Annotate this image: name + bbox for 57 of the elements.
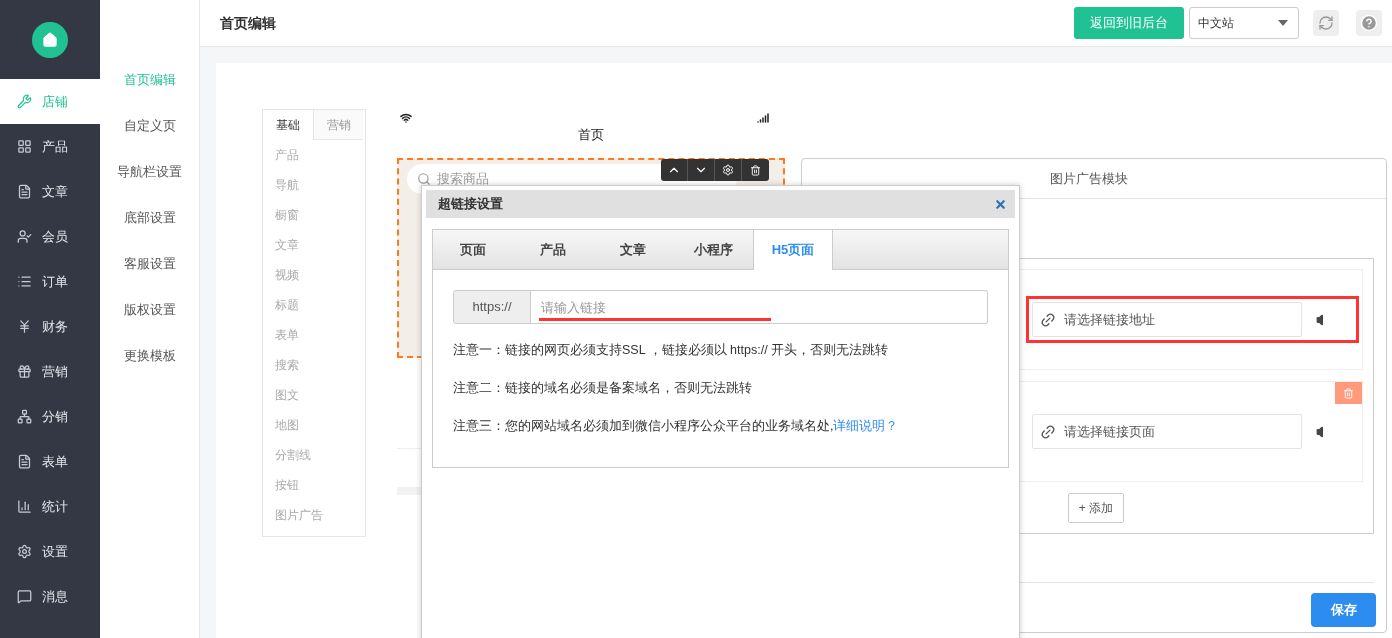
sidebar-item[interactable]: 产品: [0, 124, 100, 169]
site-select[interactable]: 中文站: [1189, 7, 1299, 39]
add-button[interactable]: + 添加: [1068, 493, 1124, 523]
gift-icon: [17, 364, 32, 379]
hierarchy-icon: [17, 409, 32, 424]
search-icon: [417, 172, 431, 186]
preview-title: 首页: [578, 126, 604, 144]
subnav-item[interactable]: 底部设置: [123, 195, 176, 241]
link-icon: [1040, 423, 1056, 440]
sidebar-item[interactable]: 会员: [0, 214, 100, 259]
url-input[interactable]: 请输入链接: [531, 290, 988, 324]
sidebar-item[interactable]: 财务: [0, 304, 100, 349]
bar-chart-icon: [17, 499, 32, 514]
dialog-tab[interactable]: 小程序: [673, 230, 753, 269]
sidebar-item[interactable]: 订单: [0, 259, 100, 304]
document-icon: [17, 184, 32, 199]
document-icon: [17, 454, 32, 469]
subnav-item[interactable]: 客服设置: [123, 241, 176, 287]
dialog-tab[interactable]: 文章: [593, 230, 673, 269]
refresh-icon[interactable]: [1313, 10, 1339, 36]
link-field[interactable]: 请选择链接地址: [1032, 302, 1302, 337]
message-icon: [17, 589, 32, 604]
subnav-item[interactable]: 导航栏设置: [117, 149, 182, 195]
caret-icon: [1278, 20, 1288, 26]
help-icon[interactable]: [1356, 10, 1382, 36]
yen-icon: [17, 319, 32, 334]
sidebar-item[interactable]: 统计: [0, 484, 100, 529]
subnav-item[interactable]: 自定义页: [123, 103, 176, 149]
note-text: 注意二：链接的域名必须是备案域名，否则无法跳转: [453, 379, 752, 397]
home-logo-icon[interactable]: [32, 21, 68, 58]
dialog-tab[interactable]: 页面: [433, 230, 513, 269]
sidebar-item[interactable]: 设置: [0, 529, 100, 574]
sidebar-item[interactable]: 营销: [0, 349, 100, 394]
list-icon: [17, 274, 32, 289]
sidebar-item[interactable]: 分销: [0, 394, 100, 439]
settings-icon: [17, 544, 32, 559]
link-icon: [1040, 311, 1056, 328]
page-title: 首页编辑: [220, 13, 276, 33]
sidebar-item[interactable]: 表单: [0, 439, 100, 484]
note-text: 注意一：链接的网页必须支持SSL ，链接必须以 https:// 开头，否则无法跳转: [453, 341, 889, 359]
dialog-title: 超链接设置: [438, 195, 503, 214]
signal-icon: [757, 112, 769, 124]
wrench-icon: [17, 94, 32, 109]
url-prefix: https://: [453, 290, 531, 324]
details-link[interactable]: 详细说明？: [833, 416, 899, 436]
subnav-item[interactable]: 更换模板: [123, 333, 176, 379]
sidebar-item[interactable]: 消息: [0, 574, 100, 619]
sidebar-item[interactable]: 文章: [0, 169, 100, 214]
user-icon: [17, 229, 32, 244]
close-icon[interactable]: [994, 197, 1007, 211]
panel-title: 图片广告模块: [1050, 169, 1128, 188]
grid-icon: [17, 139, 32, 154]
wifi-icon: [400, 112, 412, 124]
link-field[interactable]: 请选择链接页面: [1032, 414, 1302, 449]
note-text: 注意三：您的网站域名必须加到微信小程序公众平台的业务域名处,: [453, 417, 834, 435]
dialog-tab[interactable]: 产品: [513, 230, 593, 269]
subnav-item[interactable]: 版权设置: [123, 287, 176, 333]
